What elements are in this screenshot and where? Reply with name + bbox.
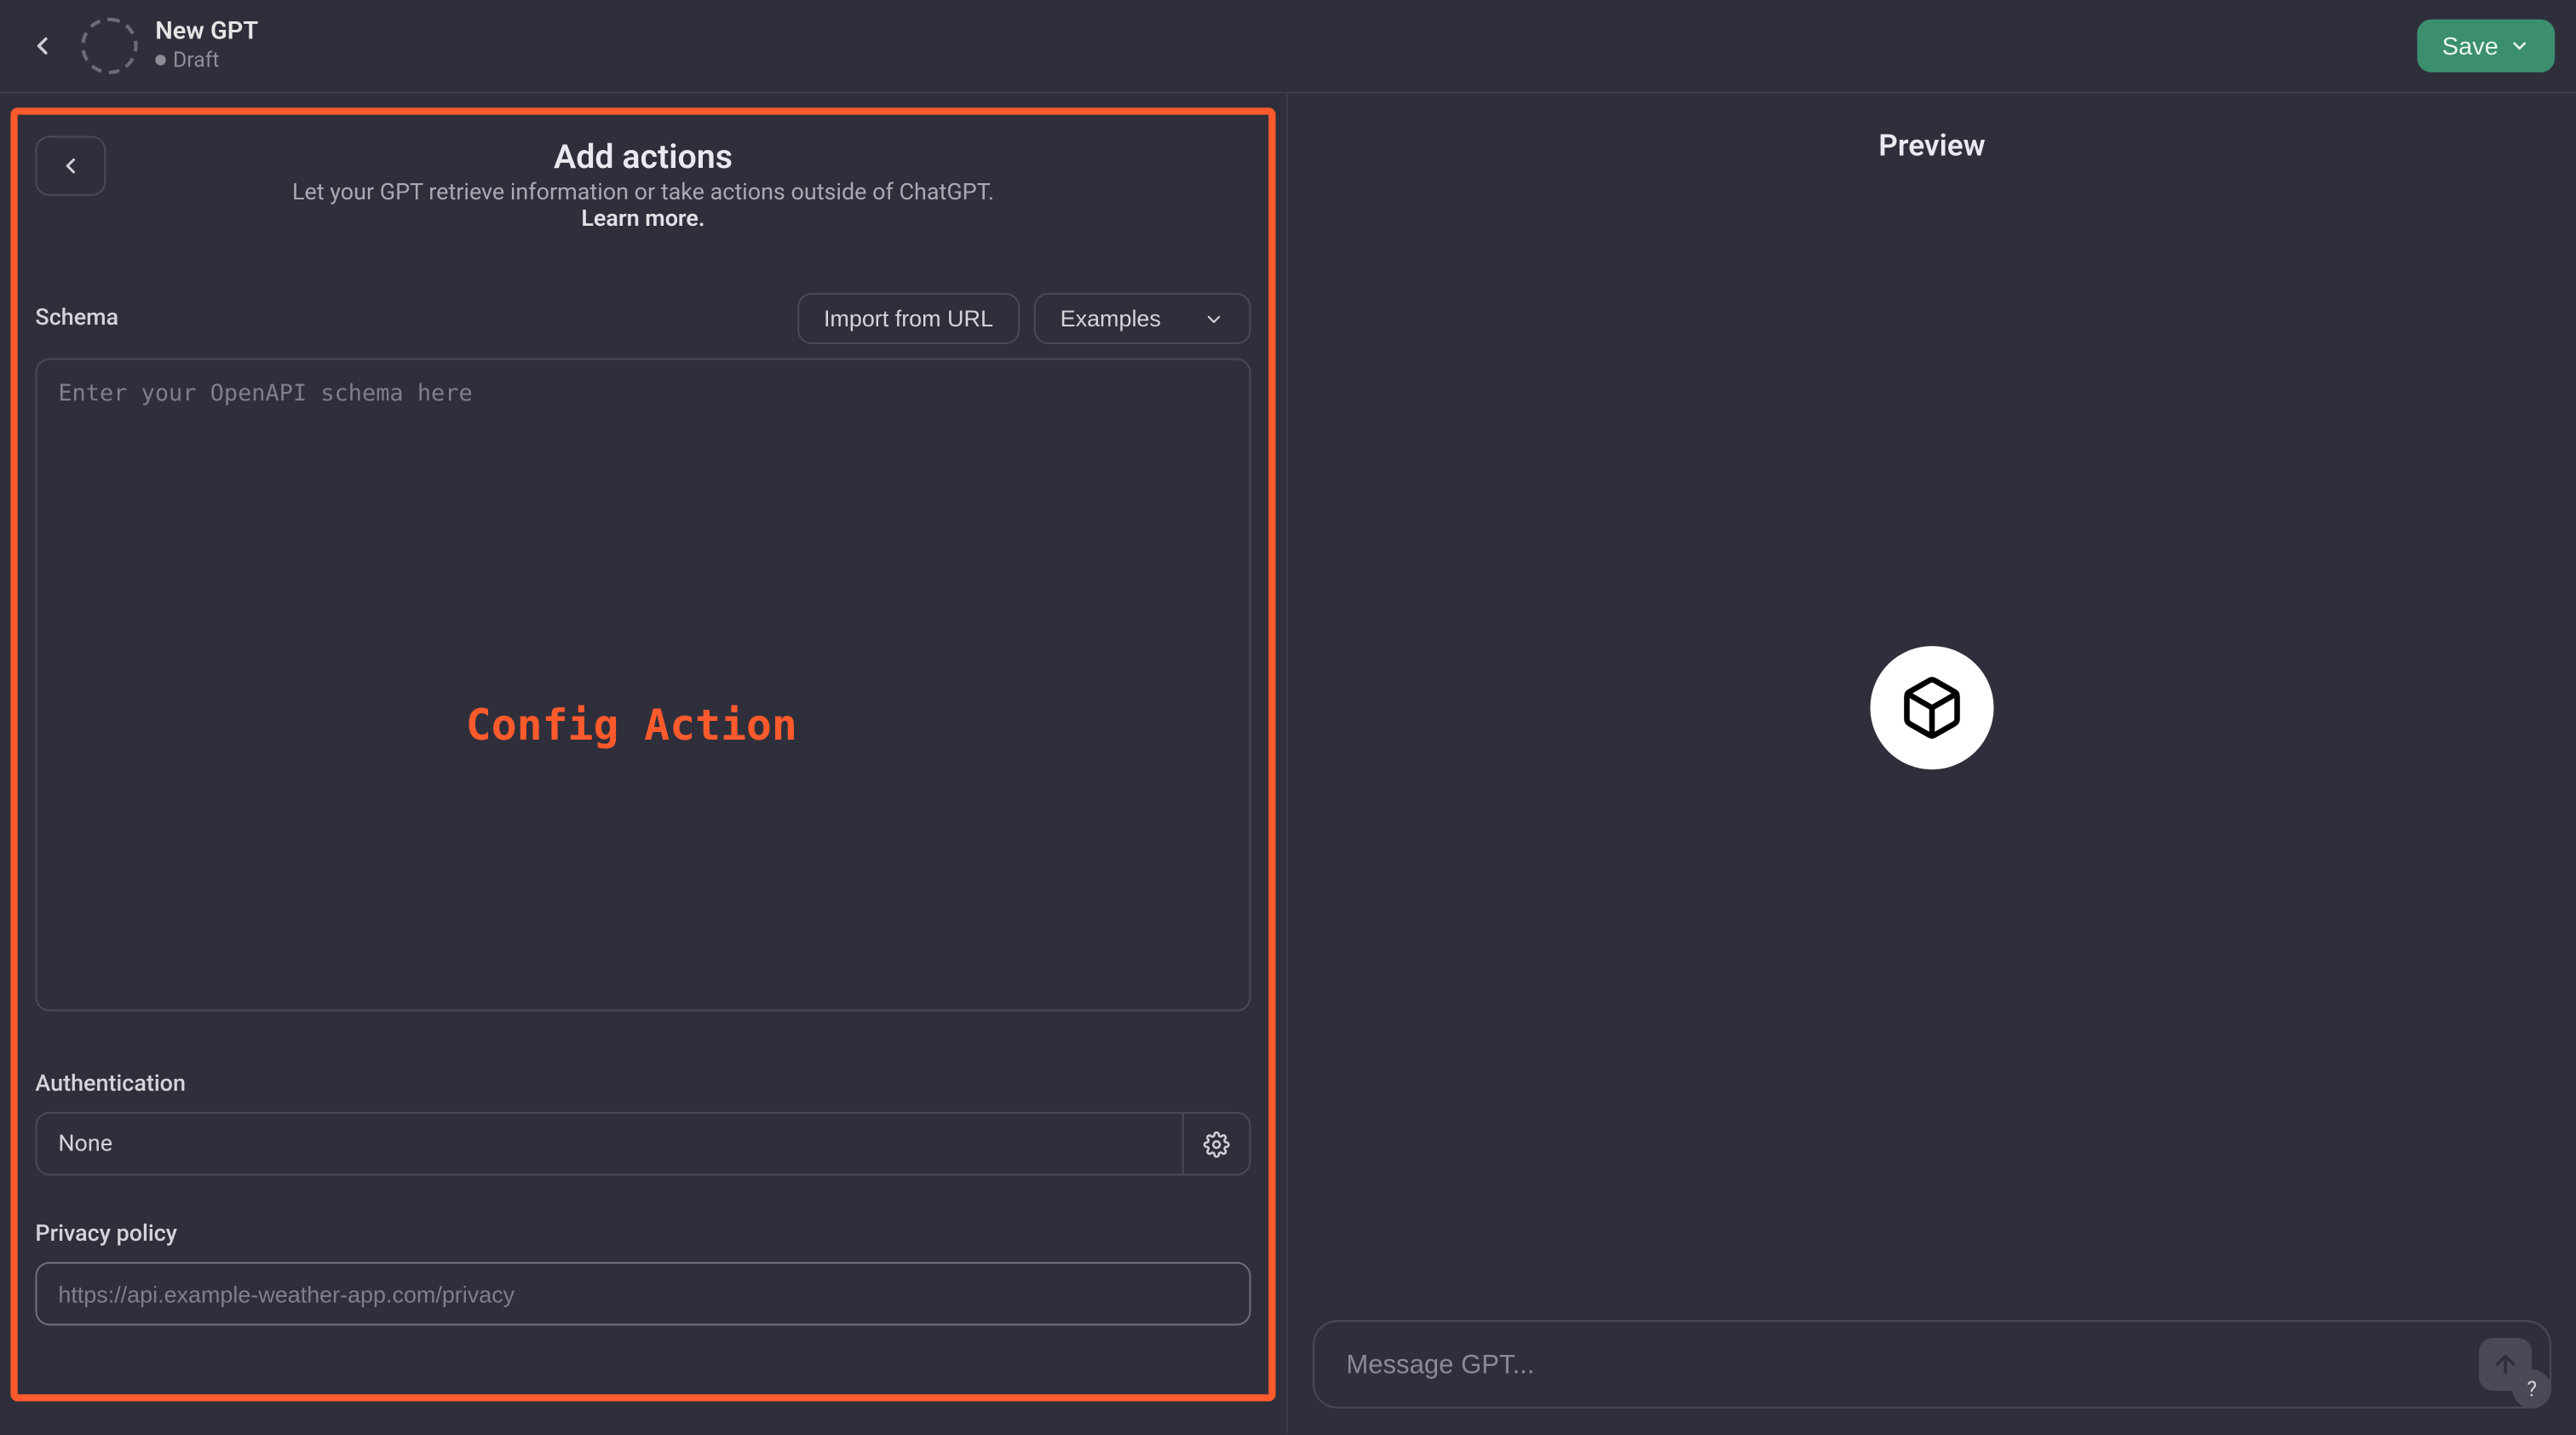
title-block: New GPT Draft: [155, 19, 258, 74]
save-button[interactable]: Save: [2418, 20, 2555, 72]
examples-dropdown[interactable]: Examples: [1034, 293, 1251, 344]
message-row: [1288, 1320, 2576, 1433]
examples-label: Examples: [1061, 305, 1161, 331]
privacy-policy-input[interactable]: [35, 1262, 1251, 1326]
main-split: Add actions Let your GPT retrieve inform…: [0, 94, 2576, 1433]
cube-icon: [1899, 673, 1966, 741]
panel-title-block: Add actions Let your GPT retrieve inform…: [35, 135, 1251, 233]
auth-value: None: [37, 1114, 1182, 1173]
panel-title: Add actions: [35, 135, 1251, 176]
schema-label: Schema: [35, 305, 118, 331]
preview-center: [1288, 94, 2576, 1321]
back-button[interactable]: [21, 25, 64, 67]
privacy-label: Privacy policy: [35, 1221, 1251, 1248]
status-label: Draft: [173, 48, 220, 73]
gpt-status: Draft: [155, 48, 258, 73]
app-header: New GPT Draft Save: [0, 0, 2576, 94]
config-pane: Add actions Let your GPT retrieve inform…: [0, 94, 1288, 1433]
actions-panel: Add actions Let your GPT retrieve inform…: [10, 107, 1275, 1401]
schema-input[interactable]: [35, 358, 1251, 1011]
help-button[interactable]: ?: [2512, 1369, 2551, 1409]
auth-label: Authentication: [35, 1071, 1251, 1098]
gpt-name: New GPT: [155, 19, 258, 49]
arrow-up-icon: [2492, 1350, 2520, 1378]
status-dot-icon: [155, 55, 165, 66]
gpt-avatar-placeholder: [81, 18, 137, 74]
message-box: [1313, 1320, 2551, 1409]
chevron-left-icon: [28, 32, 56, 60]
schema-controls: Import from URL Examples: [797, 293, 1251, 344]
import-url-label: Import from URL: [824, 305, 993, 331]
chevron-down-icon: [1204, 308, 1225, 329]
gear-icon: [1204, 1131, 1230, 1157]
panel-description: Let your GPT retrieve information or tak…: [35, 180, 1251, 206]
auth-section: Authentication None: [35, 1071, 1251, 1175]
gpt-icon-badge: [1871, 645, 1994, 769]
preview-pane: Preview ?: [1288, 94, 2576, 1433]
auth-field: None: [35, 1112, 1251, 1176]
header-left: New GPT Draft: [21, 18, 258, 74]
schema-header-row: Schema Import from URL Examples: [35, 293, 1251, 344]
chevron-down-icon: [2509, 35, 2530, 56]
import-from-url-button[interactable]: Import from URL: [797, 293, 1020, 344]
save-button-label: Save: [2442, 32, 2498, 60]
panel-head: Add actions Let your GPT retrieve inform…: [35, 135, 1251, 233]
message-input[interactable]: [1346, 1349, 2479, 1379]
auth-settings-button[interactable]: [1182, 1114, 1250, 1173]
privacy-section: Privacy policy: [35, 1221, 1251, 1325]
learn-more-link[interactable]: Learn more.: [35, 206, 1251, 233]
help-icon: ?: [2527, 1377, 2537, 1402]
